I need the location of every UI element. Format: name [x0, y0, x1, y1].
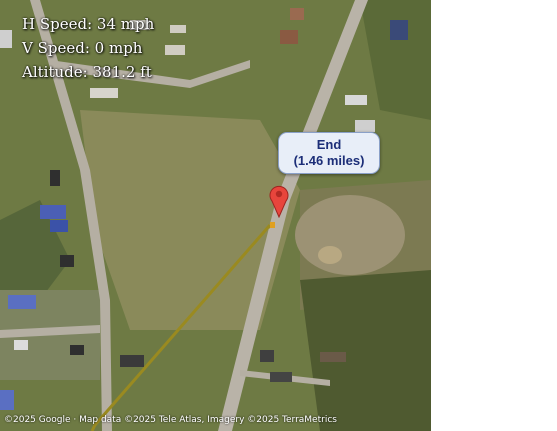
marker-title: End: [316, 137, 342, 152]
map-attribution[interactable]: ©2025 Google · Map data ©2025 Tele Atlas…: [4, 415, 337, 425]
end-marker-label[interactable]: End (1.46 miles): [278, 132, 380, 174]
map-pin-icon[interactable]: [268, 184, 290, 218]
vertical-speed: V Speed: 0 mph: [22, 39, 143, 57]
horizontal-speed: H Speed: 34 mph: [22, 15, 155, 33]
marker-distance: (1.46 miles): [293, 153, 365, 168]
telemetry-overlay: H Speed: 34 mph V Speed: 0 mph Altitude:…: [22, 12, 154, 84]
altitude: Altitude: 381.2 ft: [22, 63, 152, 81]
